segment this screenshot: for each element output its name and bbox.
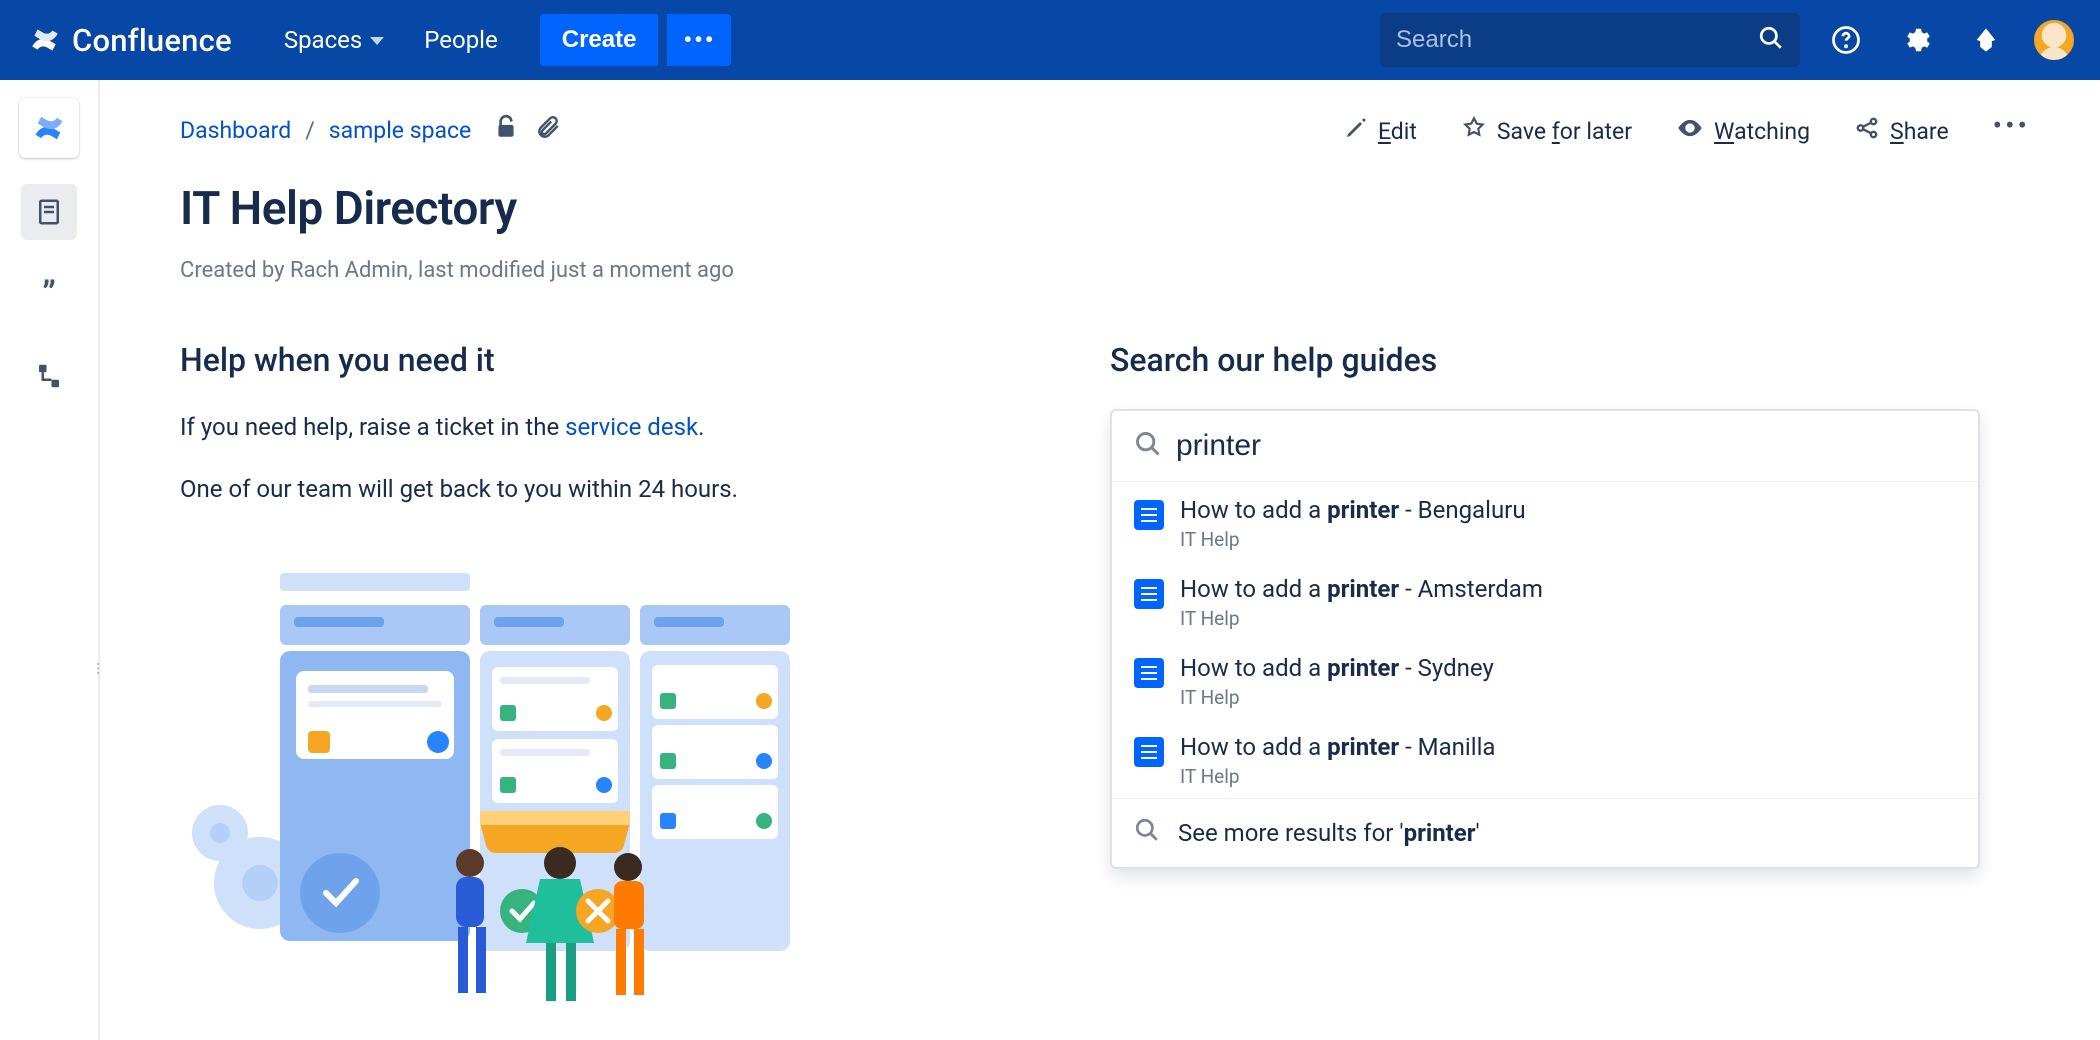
action-share[interactable]: Share: [1854, 115, 1949, 147]
breadcrumbs: Dashboard / sample space: [180, 114, 561, 146]
result-space: IT Help: [1180, 765, 1495, 788]
breadcrumb-dashboard[interactable]: Dashboard: [180, 117, 291, 144]
bell-icon: [1972, 26, 2000, 54]
tree-icon: [34, 361, 64, 391]
help-paragraph-2: One of our team will get back to you wit…: [180, 471, 1110, 507]
action-save-label: Save for later: [1497, 118, 1632, 145]
rail-pages-button[interactable]: [21, 184, 77, 240]
nav-people-label: People: [424, 26, 497, 54]
notifications-button[interactable]: [1962, 16, 2010, 64]
chevron-down-icon: [370, 37, 384, 45]
help-search-input[interactable]: [1176, 429, 1956, 463]
page-icon: [34, 197, 64, 227]
search-result[interactable]: How to add a printer - Amsterdam IT Help: [1112, 561, 1978, 640]
global-search[interactable]: [1380, 13, 1800, 67]
nav-spaces-label: Spaces: [284, 26, 362, 54]
rail-app-confluence[interactable]: [19, 98, 79, 158]
action-edit[interactable]: Edit: [1344, 116, 1417, 146]
help-button[interactable]: [1822, 16, 1870, 64]
nav-spaces[interactable]: Spaces: [268, 16, 400, 64]
result-title: How to add a printer - Manilla: [1180, 733, 1495, 761]
rail-quotes-button[interactable]: ”: [21, 266, 77, 322]
eye-icon: [1676, 114, 1704, 148]
star-icon: [1461, 115, 1487, 147]
breadcrumb-space[interactable]: sample space: [329, 117, 472, 144]
ellipsis-icon: •••: [1993, 109, 2030, 142]
page-icon: [1134, 500, 1164, 530]
left-rail: ” ⫶: [0, 80, 100, 1040]
action-more[interactable]: •••: [1993, 109, 2030, 142]
settings-button[interactable]: [1892, 16, 1940, 64]
result-title: How to add a printer - Sydney: [1180, 654, 1494, 682]
more-suffix: ': [1476, 819, 1480, 847]
action-share-label: Share: [1890, 118, 1949, 145]
illustration: [180, 533, 1110, 1033]
help-p1a: If you need help, raise a ticket in the: [180, 413, 565, 441]
rail-resize-handle[interactable]: ⫶: [94, 650, 102, 690]
action-watching[interactable]: Watching: [1676, 114, 1810, 148]
service-desk-link[interactable]: service desk: [565, 413, 698, 441]
unlock-icon: [493, 114, 519, 140]
search-icon: [1134, 817, 1160, 849]
action-watching-label: Watching: [1714, 118, 1810, 145]
attachments-button[interactable]: [535, 114, 561, 146]
result-title: How to add a printer - Amsterdam: [1180, 575, 1543, 603]
help-paragraph-1: If you need help, raise a ticket in the …: [180, 409, 1110, 445]
brand-name: Confluence: [72, 22, 232, 59]
ellipsis-icon: •••: [683, 26, 715, 54]
nav-people[interactable]: People: [408, 16, 513, 64]
page-title: IT Help Directory: [180, 182, 2030, 236]
page-meta: Created by Rach Admin, last modified jus…: [180, 258, 2030, 283]
page-icon: [1134, 658, 1164, 688]
page-actions: Edit Save for later Watching: [1344, 114, 2030, 148]
search-result[interactable]: How to add a printer - Manilla IT Help: [1112, 719, 1978, 798]
global-search-input[interactable]: [1396, 26, 1746, 54]
action-save-for-later[interactable]: Save for later: [1461, 115, 1632, 147]
help-search-results: How to add a printer - BengaluruIT HelpH…: [1112, 481, 1978, 798]
result-title: How to add a printer - Bengaluru: [1180, 496, 1526, 524]
main-content: Dashboard / sample space: [100, 80, 2100, 1040]
confluence-icon: [31, 110, 67, 146]
section-help-heading: Help when you need it: [180, 341, 1110, 379]
help-search-box: How to add a printer - BengaluruIT HelpH…: [1110, 409, 1980, 869]
result-space: IT Help: [1180, 528, 1526, 551]
drag-handle-icon: ⫶: [96, 660, 100, 680]
create-button[interactable]: Create: [540, 14, 659, 66]
top-nav: Confluence Spaces People Create •••: [0, 0, 2100, 80]
profile-avatar[interactable]: [2032, 18, 2076, 62]
brand[interactable]: Confluence: [28, 22, 232, 59]
result-space: IT Help: [1180, 607, 1543, 630]
search-icon: [1758, 25, 1784, 55]
quote-icon: ”: [42, 274, 56, 314]
help-p1b: .: [698, 413, 704, 441]
more-term: printer: [1404, 819, 1476, 847]
breadcrumb-separator: /: [305, 117, 315, 144]
page-icon: [1134, 579, 1164, 609]
result-space: IT Help: [1180, 686, 1494, 709]
section-search-heading: Search our help guides: [1110, 341, 2030, 379]
rail-tree-button[interactable]: [21, 348, 77, 404]
gear-icon: [1901, 25, 1931, 55]
paperclip-icon: [535, 114, 561, 140]
help-search-more[interactable]: See more results for 'printer': [1112, 798, 1978, 867]
restrictions-button[interactable]: [493, 114, 519, 146]
help-search-more-text: See more results for 'printer': [1178, 819, 1480, 847]
action-edit-label: Edit: [1378, 118, 1417, 145]
page-icon: [1134, 737, 1164, 767]
search-result[interactable]: How to add a printer - Bengaluru IT Help: [1112, 482, 1978, 561]
search-icon: [1134, 430, 1162, 462]
confluence-logo-icon: [28, 23, 62, 57]
create-more-button[interactable]: •••: [667, 14, 731, 66]
pencil-icon: [1344, 116, 1368, 146]
share-icon: [1854, 115, 1880, 147]
search-result[interactable]: How to add a printer - Sydney IT Help: [1112, 640, 1978, 719]
help-icon: [1831, 25, 1861, 55]
more-prefix: See more results for ': [1178, 819, 1404, 847]
